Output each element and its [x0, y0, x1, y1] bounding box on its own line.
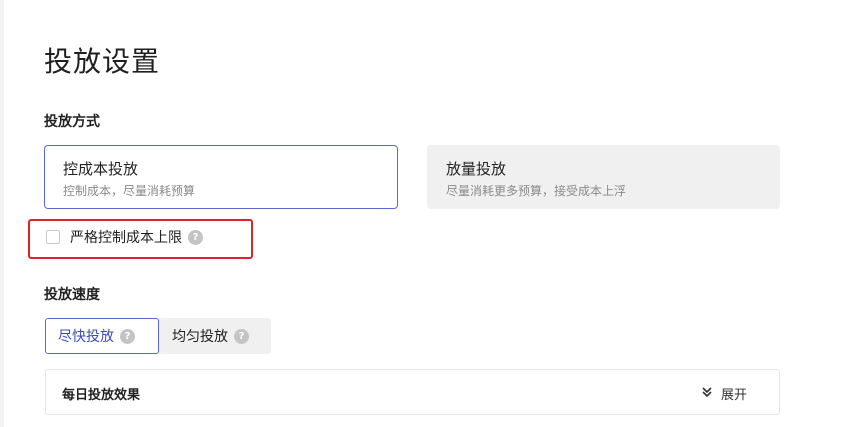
delivery-speed-label: 投放速度: [44, 287, 100, 303]
speed-option-even[interactable]: 均匀投放 ?: [159, 318, 271, 354]
highlight-annotation-box: [28, 219, 253, 259]
expand-button[interactable]: 展开: [701, 384, 747, 403]
page-title: 投放设置: [44, 45, 161, 78]
double-chevron-down-icon: [701, 386, 713, 401]
option-title: 放量投放: [446, 160, 507, 178]
option-desc: 控制成本，尽量消耗预算: [63, 184, 196, 198]
option-title: 控成本投放: [63, 160, 139, 178]
daily-effect-title: 每日投放效果: [62, 388, 141, 403]
speed-option-label: 尽快投放: [58, 329, 114, 345]
option-volume-delivery[interactable]: 放量投放 尽量消耗更多预算，接受成本上浮: [427, 145, 780, 209]
option-desc: 尽量消耗更多预算，接受成本上浮: [446, 184, 627, 198]
delivery-method-label: 投放方式: [44, 114, 100, 130]
question-mark-icon[interactable]: ?: [120, 328, 135, 344]
left-edge: [0, 0, 4, 427]
question-mark-icon[interactable]: ?: [234, 328, 249, 344]
option-cost-control[interactable]: 控成本投放 控制成本，尽量消耗预算: [44, 145, 398, 209]
expand-label: 展开: [720, 388, 747, 403]
speed-option-label: 均匀投放: [172, 329, 228, 345]
speed-option-fast[interactable]: 尽快投放 ?: [45, 318, 159, 354]
daily-effect-panel: 每日投放效果 展开: [45, 369, 780, 415]
